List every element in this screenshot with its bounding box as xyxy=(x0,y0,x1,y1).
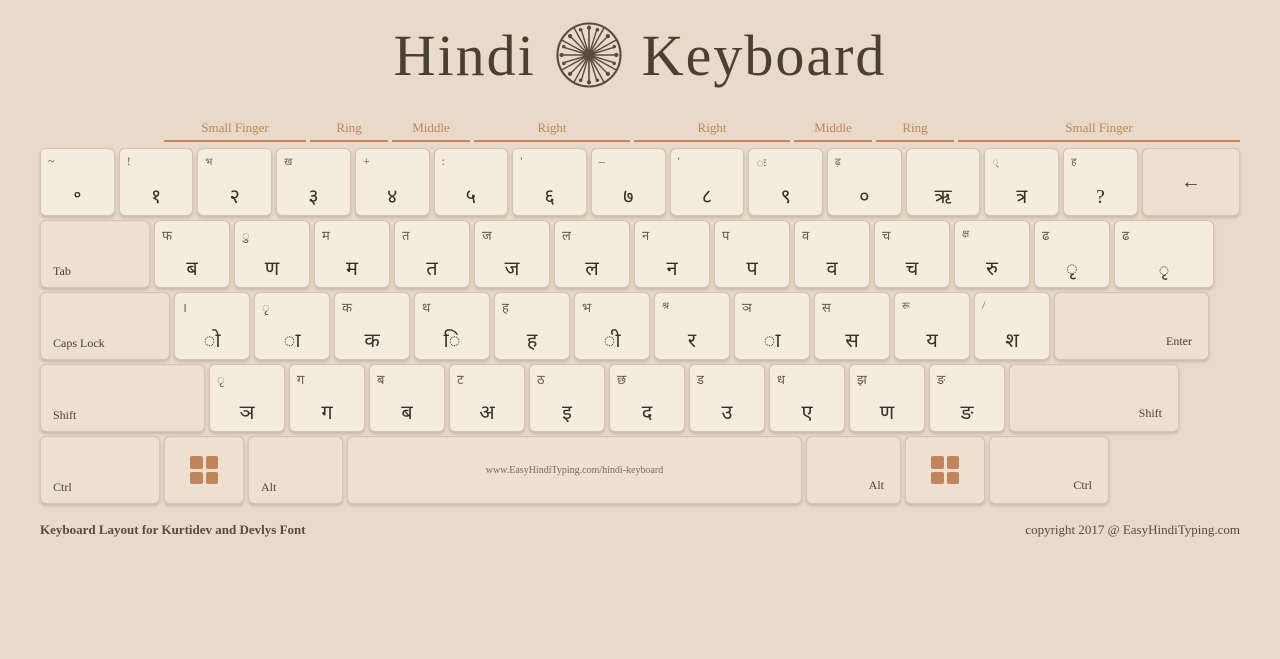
key-e[interactable]: मम xyxy=(314,220,390,288)
key-z[interactable]: ृञ xyxy=(209,364,285,432)
key-period[interactable]: झण xyxy=(849,364,925,432)
title-area: Hindi xyxy=(40,20,1240,90)
footer-for: for xyxy=(142,522,162,537)
page-wrapper: Hindi xyxy=(0,0,1280,553)
key-t[interactable]: जज xyxy=(474,220,550,288)
footer-and: and xyxy=(215,522,239,537)
finger-label-ring-left: Ring xyxy=(310,120,388,142)
key-2[interactable]: भ२ xyxy=(197,148,272,216)
alt-right-key[interactable]: Alt xyxy=(806,436,901,504)
footer-font-label: Font xyxy=(280,522,306,537)
key-q[interactable]: फब xyxy=(154,220,230,288)
footer-copyright: copyright 2017 @ EasyHindiTyping.com xyxy=(1025,522,1240,538)
shift-left-key[interactable]: Shift xyxy=(40,364,205,432)
key-3[interactable]: ख३ xyxy=(276,148,351,216)
win-left-key[interactable] xyxy=(164,436,244,504)
title-keyboard: Keyboard xyxy=(642,22,887,89)
key-backtick[interactable]: ~॰ xyxy=(40,148,115,216)
key-bracket-close[interactable]: ढृ xyxy=(1034,220,1110,288)
key-minus[interactable]: ऋ xyxy=(906,148,981,216)
top-row: Tab फब ुण मम तत जज लल नन पप वव चच क्षरु … xyxy=(40,220,1240,288)
key-bracket-open[interactable]: क्षरु xyxy=(954,220,1030,288)
key-4[interactable]: +४ xyxy=(355,148,430,216)
key-semicolon[interactable]: रूय xyxy=(894,292,970,360)
alt-left-key[interactable]: Alt xyxy=(248,436,343,504)
finger-label-small-finger-left: Small Finger xyxy=(164,120,306,142)
key-n[interactable]: छद xyxy=(609,364,685,432)
key-m[interactable]: डउ xyxy=(689,364,765,432)
space-key-url: www.EasyHindiTyping.com/hindi-keyboard xyxy=(354,465,795,476)
tab-key[interactable]: Tab xyxy=(40,220,150,288)
footer-attribution: Keyboard Layout for Kurtidev and Devlys … xyxy=(40,522,306,538)
key-f[interactable]: थि xyxy=(414,292,490,360)
finger-label-middle-left: Middle xyxy=(392,120,470,142)
bottom-bar: Ctrl Alt www.EasyHindiTyping.com/hindi-k… xyxy=(40,436,1240,504)
key-u[interactable]: नन xyxy=(634,220,710,288)
title-hindi: Hindi xyxy=(394,22,536,89)
key-quote[interactable]: /श xyxy=(974,292,1050,360)
finger-label-right-right: Right xyxy=(634,120,790,142)
key-comma[interactable]: धए xyxy=(769,364,845,432)
space-key[interactable]: www.EasyHindiTyping.com/hindi-keyboard xyxy=(347,436,802,504)
finger-label-right-left: Right xyxy=(474,120,630,142)
key-d[interactable]: कक xyxy=(334,292,410,360)
footer: Keyboard Layout for Kurtidev and Devlys … xyxy=(40,522,1240,538)
key-w[interactable]: ुण xyxy=(234,220,310,288)
footer-font1: Kurtidev xyxy=(161,522,212,537)
key-equals[interactable]: ्त्र xyxy=(984,148,1059,216)
key-k[interactable]: ञा xyxy=(734,292,810,360)
win-right-key[interactable] xyxy=(905,436,985,504)
ctrl-right-key[interactable]: Ctrl xyxy=(989,436,1109,504)
key-r[interactable]: तत xyxy=(394,220,470,288)
key-l[interactable]: सस xyxy=(814,292,890,360)
number-row: ~॰ !१ भ२ ख३ +४ :५ '६ –७ '८ ः९ ढ़० ऋ ्त्र… xyxy=(40,148,1240,216)
finger-label-small-finger-right: Small Finger xyxy=(958,120,1240,142)
key-g[interactable]: हह xyxy=(494,292,570,360)
key-j[interactable]: श्रर xyxy=(654,292,730,360)
key-9[interactable]: ः९ xyxy=(748,148,823,216)
key-a[interactable]: ।ो xyxy=(174,292,250,360)
enter-key[interactable]: Enter xyxy=(1054,292,1209,360)
key-h[interactable]: भी xyxy=(574,292,650,360)
windows-logo-right-icon xyxy=(931,456,959,484)
bottom-row: Shift ृञ गग बब टअ ठइ छद डउ धए झण ङङ Shif… xyxy=(40,364,1240,432)
key-v[interactable]: टअ xyxy=(449,364,525,432)
key-s[interactable]: ृा xyxy=(254,292,330,360)
key-b[interactable]: ठइ xyxy=(529,364,605,432)
key-backslash[interactable]: ह? xyxy=(1063,148,1138,216)
key-i[interactable]: पप xyxy=(714,220,790,288)
footer-font2: Devlys xyxy=(240,522,277,537)
key-x[interactable]: गग xyxy=(289,364,365,432)
keyboard: ~॰ !१ भ२ ख३ +४ :५ '६ –७ '८ ः९ ढ़० ऋ ्त्र… xyxy=(40,148,1240,504)
ashoka-wheel-icon xyxy=(554,20,624,90)
page-title: Hindi xyxy=(40,20,1240,90)
finger-label-ring-right: Ring xyxy=(876,120,954,142)
ctrl-left-key[interactable]: Ctrl xyxy=(40,436,160,504)
key-7[interactable]: –७ xyxy=(591,148,666,216)
caps-lock-key[interactable]: Caps Lock xyxy=(40,292,170,360)
key-p[interactable]: चच xyxy=(874,220,950,288)
home-row: Caps Lock ।ो ृा कक थि हह भी श्रर ञा सस र… xyxy=(40,292,1240,360)
key-enter-top: ढ ृ xyxy=(1114,220,1214,288)
backspace-key[interactable]: ← xyxy=(1142,148,1240,216)
key-0[interactable]: ढ़० xyxy=(827,148,902,216)
key-o[interactable]: वव xyxy=(794,220,870,288)
key-y[interactable]: लल xyxy=(554,220,630,288)
windows-logo-icon xyxy=(190,456,218,484)
key-c[interactable]: बब xyxy=(369,364,445,432)
key-slash[interactable]: ङङ xyxy=(929,364,1005,432)
finger-labels: Small Finger Ring Middle Right Right Mid… xyxy=(102,120,1240,142)
key-5[interactable]: :५ xyxy=(434,148,509,216)
key-8[interactable]: '८ xyxy=(670,148,745,216)
key-1[interactable]: !१ xyxy=(119,148,194,216)
shift-right-key[interactable]: Shift xyxy=(1009,364,1179,432)
footer-keyboard-label: Keyboard Layout xyxy=(40,522,142,537)
key-6[interactable]: '६ xyxy=(512,148,587,216)
finger-label-middle-right: Middle xyxy=(794,120,872,142)
